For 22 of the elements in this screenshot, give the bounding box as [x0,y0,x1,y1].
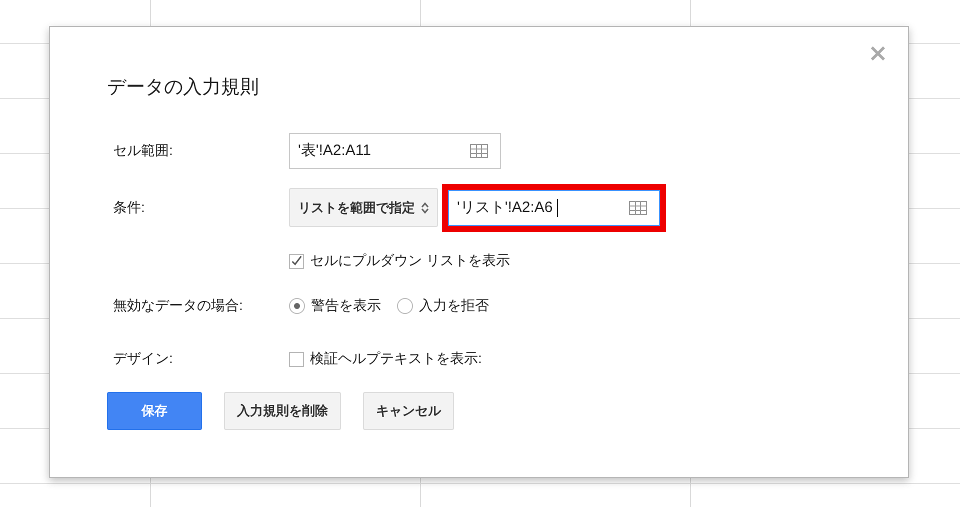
radio-label: 入力を拒否 [419,297,489,315]
checkbox[interactable] [289,254,304,268]
range-field[interactable]: '表'!A2:A11 [289,132,501,168]
dialog-button[interactable]: キャンセル [363,392,454,430]
save-button[interactable]: 保存 [107,392,202,430]
grid-icon[interactable] [629,200,647,214]
radio-label: 警告を表示 [311,297,381,315]
field-label: 無効なデータの場合: [113,297,243,313]
checkbox-label: 検証ヘルプテキストを表示: [310,350,482,368]
radio-button[interactable] [397,298,413,314]
checkbox[interactable] [289,352,304,366]
range-field[interactable]: 'リスト'!A2:A6 [448,190,660,226]
updown-icon [421,202,429,214]
field-label: 条件: [113,198,145,214]
dialog-title: データの入力規則 [107,76,259,100]
dropdown[interactable]: リストを範囲で指定 [289,188,438,227]
checkbox-label: セルにプルダウン リストを表示 [310,252,510,270]
radio-button[interactable] [289,298,305,314]
field-label: セル範囲: [113,142,173,158]
grid-icon[interactable] [470,144,488,158]
dialog-button[interactable]: 入力規則を削除 [224,392,341,430]
field-label: デザイン: [113,350,173,366]
